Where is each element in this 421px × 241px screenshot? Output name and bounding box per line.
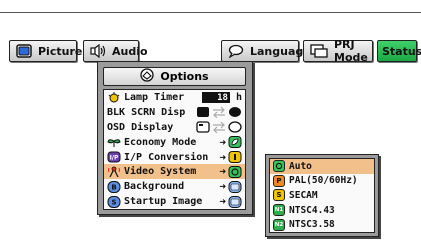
tab-status-label: Status	[382, 44, 421, 58]
arrow-right-icon: ➜	[219, 180, 226, 194]
menu-item-economy-mode[interactable]: Economy Mode ➜	[104, 135, 245, 150]
background-icon: B	[107, 180, 121, 193]
lamp-timer-value: 18	[201, 92, 230, 103]
svg-text:B: B	[111, 183, 116, 191]
video-option-secam[interactable]: S SECAM	[270, 188, 374, 203]
arrow-right-icon: ➜	[219, 135, 226, 149]
arrow-right-icon: ➜	[219, 150, 226, 164]
leaf-green-icon	[228, 136, 242, 149]
menu-item-ip-conversion[interactable]: I/P I/P Conversion ➜	[104, 150, 245, 165]
speech-bubble-icon	[228, 44, 244, 58]
video-option-label: Auto	[289, 160, 312, 172]
leaf-icon	[107, 136, 121, 148]
svg-text:S: S	[111, 198, 116, 206]
video-system-submenu: Auto P PAL(50/60Hz) S SECAM N1 NTSC4.43 …	[265, 154, 379, 237]
ntsc443-badge-icon: N1	[273, 204, 285, 217]
ip-conversion-setting[interactable]: ➜	[219, 151, 242, 164]
tab-language-label: Language	[250, 44, 311, 58]
video-option-ntsc443[interactable]: N1 NTSC4.43	[270, 203, 374, 218]
options-menu-header: Options	[103, 67, 246, 86]
info-yellow-icon	[228, 151, 242, 164]
antenna-icon	[107, 166, 121, 178]
video-option-label: SECAM	[289, 189, 318, 201]
black-screen-icon	[196, 106, 210, 118]
menu-item-video-system[interactable]: Video System ➜	[104, 164, 245, 180]
lamp-timer-readout: 18 h	[201, 91, 242, 104]
svg-text:I/P: I/P	[110, 155, 119, 162]
speaker-icon	[90, 44, 106, 58]
toggle-dot-empty-icon	[228, 121, 242, 133]
menu-item-label: Economy Mode	[124, 136, 197, 148]
secam-badge-icon: S	[273, 189, 285, 202]
ntsc358-badge-icon: N2	[273, 218, 285, 231]
video-system-setting[interactable]: ➜	[219, 165, 242, 178]
video-option-label: PAL(50/60Hz)	[289, 175, 358, 187]
lamp-timer-unit: h	[235, 92, 242, 103]
tab-status[interactable]: Status	[377, 40, 421, 62]
background-setting[interactable]: ➜	[219, 180, 242, 193]
osd-display-toggle[interactable]	[196, 121, 242, 134]
menu-item-osd-display[interactable]: OSD Display	[104, 120, 245, 135]
osd-icon	[196, 121, 210, 133]
tab-picture[interactable]: Picture	[9, 40, 82, 62]
options-list: Lamp Timer 18 h BLK SCRN Disp OSD Displa…	[103, 89, 246, 210]
tab-prj-mode[interactable]: PRJ Mode	[303, 38, 373, 64]
ip-icon: I/P	[107, 151, 121, 163]
startup-image-icon: S	[107, 195, 121, 208]
economy-mode-setting[interactable]: ➜	[219, 136, 242, 149]
options-menu-title: Options	[160, 70, 209, 83]
menu-item-label: Startup Image	[124, 196, 203, 208]
options-menu: Options Lamp Timer 18 h BLK SCRN Disp OS…	[97, 61, 253, 215]
arrow-right-icon: ➜	[219, 165, 226, 179]
toggle-dot-filled-icon	[228, 106, 242, 118]
menu-item-label: OSD Display	[107, 121, 174, 133]
startup-image-setting[interactable]: ➜	[219, 195, 242, 208]
projector-icon	[310, 44, 328, 58]
video-option-ntsc358[interactable]: N2 NTSC3.58	[270, 217, 374, 232]
blue-screen-icon	[228, 180, 242, 193]
tab-audio[interactable]: Audio	[83, 40, 148, 62]
menu-item-blk-scrn-disp[interactable]: BLK SCRN Disp	[104, 105, 245, 120]
video-option-label: NTSC4.43	[289, 204, 335, 216]
options-icon	[140, 68, 155, 85]
picture-icon	[16, 44, 32, 58]
blk-scrn-toggle[interactable]	[196, 106, 242, 119]
auto-green-icon	[228, 165, 242, 178]
video-option-pal[interactable]: P PAL(50/60Hz)	[270, 174, 374, 189]
menu-item-label: BLK SCRN Disp	[107, 106, 186, 118]
blue-screen-icon	[228, 195, 242, 208]
tab-picture-label: Picture	[38, 44, 83, 58]
arrow-right-icon: ➜	[219, 195, 226, 209]
lamp-icon	[107, 91, 121, 103]
menu-item-background[interactable]: B Background ➜	[104, 179, 245, 194]
menu-item-label: Lamp Timer	[124, 91, 185, 103]
menu-item-label: Video System	[124, 166, 197, 178]
swap-arrows-icon	[212, 106, 226, 119]
swap-arrows-icon	[212, 121, 226, 134]
tab-prj-mode-label: PRJ Mode	[334, 38, 368, 64]
video-option-label: NTSC3.58	[289, 219, 335, 231]
menu-item-startup-image[interactable]: S Startup Image ➜	[104, 194, 245, 209]
top-divider	[0, 12, 421, 13]
menu-item-label: I/P Conversion	[124, 151, 209, 163]
menu-item-lamp-timer[interactable]: Lamp Timer 18 h	[104, 90, 245, 105]
video-option-auto[interactable]: Auto	[270, 159, 374, 174]
menu-item-label: Background	[124, 181, 185, 193]
video-system-options: Auto P PAL(50/60Hz) S SECAM N1 NTSC4.43 …	[269, 158, 375, 233]
auto-badge-icon	[273, 160, 285, 173]
tab-audio-label: Audio	[112, 44, 148, 58]
tab-language[interactable]: Language	[221, 40, 311, 62]
pal-badge-icon: P	[273, 174, 285, 187]
